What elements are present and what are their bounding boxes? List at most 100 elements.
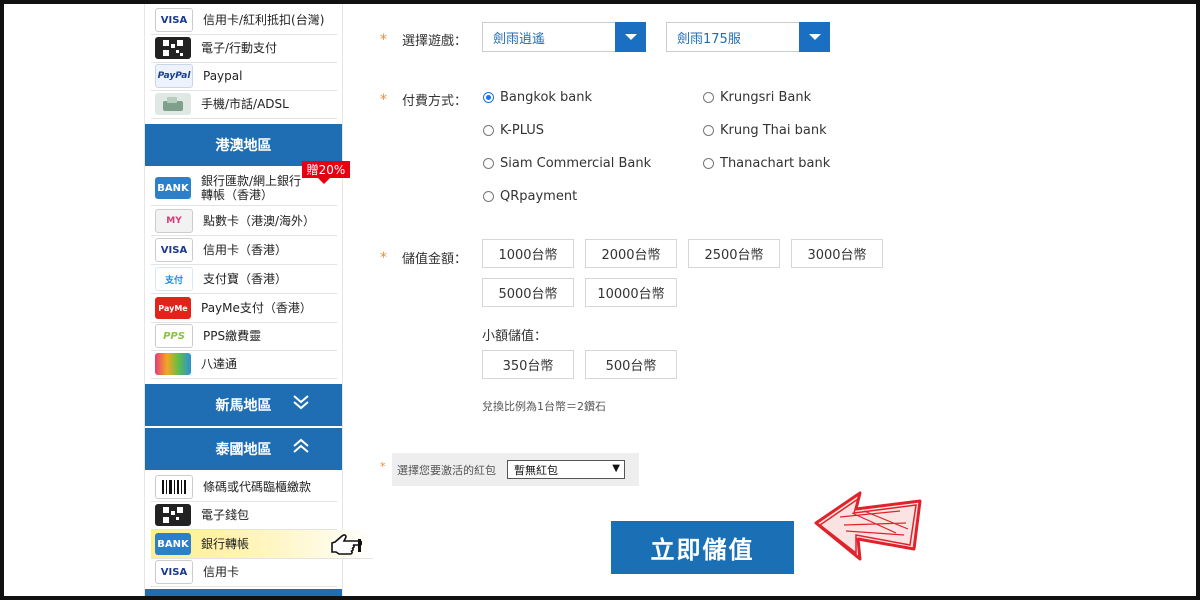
sidebar-item-label: 手機/市話/ADSL [201,97,289,111]
sidebar-item-label: 電子錢包 [201,508,250,522]
sidebar-item-label: 支付寶（香港） [203,272,288,286]
chevron-down-icon: ▼ [612,463,620,474]
visa-card-icon: VISA [155,238,193,262]
payment-option-siam-commercial[interactable]: Siam Commercial Bank [483,156,651,171]
sidebar-item-label: PPS繳費靈 [203,329,262,343]
required-mark: * [380,92,387,108]
radio-selected[interactable] [483,92,494,103]
payment-option-k-plus[interactable]: K-PLUS [483,123,544,138]
sidebar-item-label: 條碼或代碼臨櫃繳款 [203,480,312,494]
chevron-down-icon [293,395,309,410]
sidebar-item-credit-card-tw[interactable]: VISA 信用卡/紅利抵扣(台灣) [151,6,337,35]
payment-option-label: Thanachart bank [720,156,831,171]
payment-option-label: Krungsri Bank [720,90,812,105]
required-mark: * [380,250,387,266]
coupon-section: 選擇您要激活的紅包 暫無紅包 ▼ [392,453,639,486]
sidebar-item-pps[interactable]: PPS PPS繳費靈 [151,322,337,351]
game-select-value: 劍雨逍遙 [493,31,546,47]
region-header-hk-macau[interactable]: 港澳地區 [145,124,342,166]
amount-field-label: 儲值金額： [402,252,468,267]
pps-icon: PPS [155,324,193,348]
payment-sidebar: VISA 信用卡/紅利抵扣(台灣) 電子/行動支付 PayPal Paypal … [144,4,373,596]
sidebar-item-point-card[interactable]: MY 點數卡（港澳/海外） [151,207,337,236]
page-frame: VISA 信用卡/紅利抵扣(台灣) 電子/行動支付 PayPal Paypal … [0,0,1200,600]
game-select[interactable]: 劍雨逍遙 [482,21,646,52]
sidebar-item-octopus[interactable]: 八達通 [151,350,337,379]
amount-button-1000[interactable]: 1000台幣 [482,239,574,268]
dropdown-arrow-icon [615,21,646,52]
sidebar-item-credit-card-th[interactable]: VISA 信用卡 [151,558,337,587]
region-header-label: 港澳地區 [215,138,272,154]
payment-option-krungsri[interactable]: Krungsri Bank [703,90,811,105]
sidebar-item-paypal[interactable]: PayPal Paypal [151,62,337,91]
game-field-label: 選擇遊戲： [402,34,468,49]
arrow-pointer-icon [814,491,922,561]
submit-topup-button[interactable]: 立即儲值 [611,521,794,574]
payment-option-label: Krung Thai bank [720,123,827,138]
region-header-label: 新馬地區 [215,398,272,414]
radio-unselected[interactable] [483,191,494,202]
sidebar-item-barcode[interactable]: 條碼或代碼臨櫃繳款 [151,473,337,502]
radio-unselected[interactable] [483,125,494,136]
sidebar-item-label: 信用卡（香港） [203,243,288,257]
amount-button-5000[interactable]: 5000台幣 [482,278,574,307]
bank-card-icon: BANK [155,177,191,199]
payme-icon: PayMe [155,297,191,319]
sidebar-item-e-wallet[interactable]: 電子錢包 [151,501,337,530]
sidebar-item-label: 八達通 [201,357,238,371]
amount-button-3000[interactable]: 3000台幣 [791,239,883,268]
coupon-select[interactable]: 暫無紅包 ▼ [507,460,625,479]
qr-code-icon [155,504,191,526]
promo-badge: 贈20% [302,161,350,184]
required-mark: * [380,460,386,473]
sidebar-item-label: 銀行轉帳 [201,537,250,551]
radio-unselected[interactable] [703,125,714,136]
region-header-sg-my[interactable]: 新馬地區 [145,384,342,426]
payment-option-label: K-PLUS [500,123,545,138]
sidebar-item-mobile-pay[interactable]: 電子/行動支付 [151,34,337,63]
chevron-up-icon [293,438,309,453]
payment-option-label: Siam Commercial Bank [500,156,652,171]
dropdown-arrow-icon [799,21,830,52]
sidebar-item-label: 電子/行動支付 [201,41,278,55]
paypal-icon: PayPal [155,64,193,88]
exchange-ratio-note: 兌換比例為1台幣＝2鑽石 [482,400,606,413]
sidebar-item-label: 信用卡/紅利抵扣(台灣) [203,13,325,27]
sidebar-item-alipay-hk[interactable]: 支付 支付寶（香港） [151,265,337,294]
alipay-icon: 支付 [155,267,193,291]
coupon-label: 選擇您要激活的紅包 [397,464,496,477]
bank-card-icon: BANK [155,533,191,555]
amount-button-2500[interactable]: 2500台幣 [688,239,780,268]
amount-button-10000[interactable]: 10000台幣 [585,278,677,307]
payment-option-label: QRpayment [500,189,578,204]
server-select[interactable]: 劍雨175服 [666,21,830,52]
region-header-thailand[interactable]: 泰國地區 [145,428,342,470]
server-select-value: 劍雨175服 [677,31,741,47]
sidebar-item-phone[interactable]: 手機/市話/ADSL [151,90,337,119]
sidebar-item-label: 信用卡 [203,565,240,579]
visa-card-icon: VISA [155,560,193,584]
amount-button-500[interactable]: 500台幣 [585,350,677,379]
amount-button-350[interactable]: 350台幣 [482,350,574,379]
radio-unselected[interactable] [703,158,714,169]
payment-option-thanachart[interactable]: Thanachart bank [703,156,830,171]
qr-code-icon [155,37,191,59]
sidebar-item-credit-card-hk[interactable]: VISA 信用卡（香港） [151,236,337,265]
radio-unselected[interactable] [483,158,494,169]
coupon-select-value: 暫無紅包 [514,463,558,477]
payment-option-qrpayment[interactable]: QRpayment [483,189,577,204]
visa-card-icon: VISA [155,8,193,32]
sidebar-item-payme[interactable]: PayMe PayMe支付（香港） [151,294,337,323]
region-header-label: 泰國地區 [215,442,272,458]
payment-option-krung-thai[interactable]: Krung Thai bank [703,123,827,138]
radio-unselected[interactable] [703,92,714,103]
small-amount-label: 小額儲值： [482,329,548,344]
phone-icon [155,93,191,115]
mycard-icon: MY [155,209,193,233]
sidebar-item-label: Paypal [203,69,243,83]
sidebar-item-label: 銀行匯款/網上銀行轉帳（香港） [201,174,302,202]
payment-option-bangkok-bank[interactable]: Bangkok bank [483,90,592,105]
amount-button-2000[interactable]: 2000台幣 [585,239,677,268]
sidebar-item-label: PayMe支付（香港） [201,301,312,315]
required-mark: * [380,32,387,48]
